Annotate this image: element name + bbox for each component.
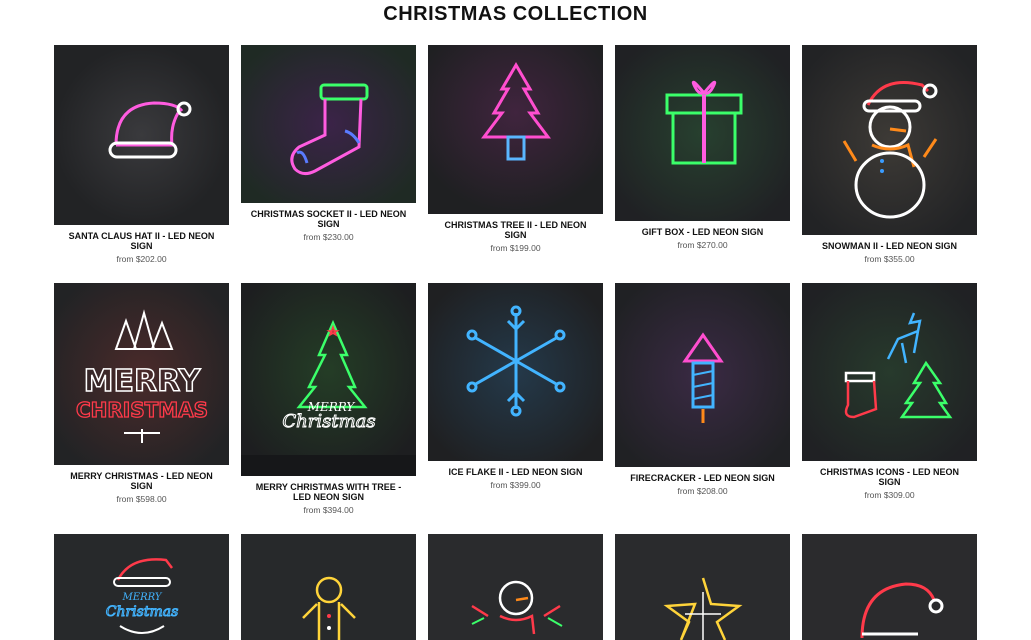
product-card[interactable]: ICE FLAKE II - LED NEON SIGN from $399.0… [428,283,603,490]
product-image[interactable] [615,534,790,640]
sign-text-a: MERRY [84,364,202,399]
santa-hat-icon [54,45,229,225]
sign-text-b: Christmas [282,411,375,432]
product-name[interactable]: SANTA CLAUS HAT II - LED NEON SIGN [54,231,229,251]
product-price: from $394.00 [303,505,354,515]
product-price: from $199.00 [490,243,541,253]
product-image[interactable] [428,283,603,461]
christmas-icons-icon [802,283,977,461]
product-name[interactable]: CHRISTMAS TREE II - LED NEON SIGN [428,220,603,240]
product-card[interactable]: MERRY Christmas [54,534,229,640]
product-card[interactable] [802,534,977,640]
snowman-scarf-icon [428,534,603,640]
product-image[interactable] [615,45,790,221]
product-price: from $208.00 [677,486,728,496]
stocking-icon [241,45,416,203]
sign-text-b: Christmas [106,604,179,620]
product-price: from $202.00 [116,254,167,264]
product-name[interactable]: CHRISTMAS SOCKET II - LED NEON SIGN [241,209,416,229]
product-card[interactable] [428,534,603,640]
product-image[interactable] [428,534,603,640]
product-price: from $355.00 [864,254,915,264]
product-image[interactable] [241,45,416,203]
product-card[interactable]: CHRISTMAS ICONS - LED NEON SIGN from $30… [802,283,977,500]
product-name[interactable]: MERRY CHRISTMAS WITH TREE - LED NEON SIG… [241,482,416,502]
snowflake-icon [428,283,603,461]
sign-text-a: MERRY [122,592,163,603]
santa-merry-christmas-icon: MERRY Christmas [54,534,229,640]
product-image[interactable]: MERRY Christmas [54,534,229,640]
product-price: from $598.00 [116,494,167,504]
product-card[interactable]: CHRISTMAS TREE II - LED NEON SIGN from $… [428,45,603,253]
product-price: from $230.00 [303,232,354,242]
snowman-icon [802,45,977,235]
product-image[interactable] [54,45,229,225]
product-name[interactable]: ICE FLAKE II - LED NEON SIGN [428,467,603,477]
product-image[interactable] [802,283,977,461]
product-card[interactable] [241,534,416,640]
product-image[interactable] [802,534,977,640]
product-name[interactable]: SNOWMAN II - LED NEON SIGN [802,241,977,251]
gift-box-icon [615,45,790,221]
product-image[interactable] [241,534,416,640]
product-image[interactable] [428,45,603,214]
product-image[interactable]: MERRY CHRISTMAS [54,283,229,465]
product-card[interactable]: CHRISTMAS SOCKET II - LED NEON SIGN from… [241,45,416,242]
product-price: from $399.00 [490,480,541,490]
product-card[interactable]: GIFT BOX - LED NEON SIGN from $270.00 [615,45,790,250]
tree-icon [428,45,603,214]
sign-text-b: CHRISTMAS [76,398,208,422]
product-card[interactable]: SANTA CLAUS HAT II - LED NEON SIGN from … [54,45,229,264]
merry-christmas-icon: MERRY CHRISTMAS [54,283,229,465]
star-icon [615,534,790,640]
product-name[interactable]: FIRECRACKER - LED NEON SIGN [615,473,790,483]
product-image[interactable] [615,283,790,467]
gingerbread-icon [241,534,416,640]
firecracker-icon [615,283,790,467]
product-price: from $270.00 [677,240,728,250]
product-image[interactable] [802,45,977,235]
product-card[interactable]: MERRY Christmas MERRY CHRISTMAS WITH TRE… [241,283,416,515]
product-card[interactable] [615,534,790,640]
product-name[interactable]: MERRY CHRISTMAS - LED NEON SIGN [54,471,229,491]
product-card[interactable]: SNOWMAN II - LED NEON SIGN from $355.00 [802,45,977,264]
tree-with-text-icon: MERRY Christmas [241,283,416,476]
santa-hat-icon [802,534,977,640]
product-name[interactable]: CHRISTMAS ICONS - LED NEON SIGN [802,467,977,487]
product-image[interactable]: MERRY Christmas [241,283,416,476]
product-price: from $309.00 [864,490,915,500]
product-card[interactable]: FIRECRACKER - LED NEON SIGN from $208.00 [615,283,790,496]
product-name[interactable]: GIFT BOX - LED NEON SIGN [615,227,790,237]
page-title: CHRISTMAS COLLECTION [383,3,648,25]
product-card[interactable]: MERRY CHRISTMAS MERRY CHRISTMAS - LED NE… [54,283,229,504]
